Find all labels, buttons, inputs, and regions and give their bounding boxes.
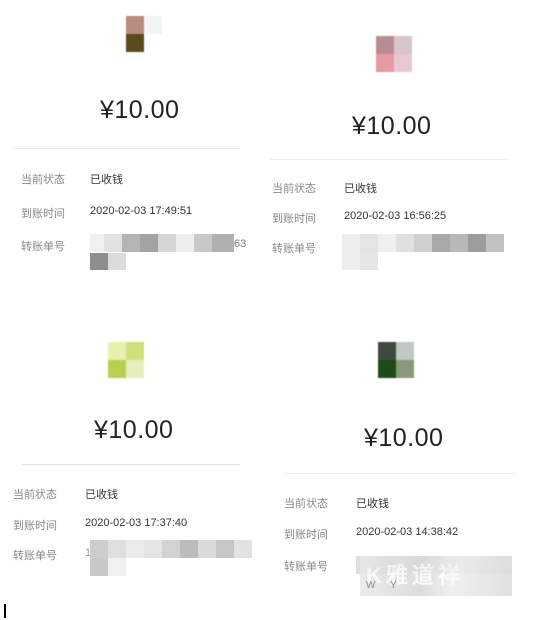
time-label: 到账时间 bbox=[284, 529, 328, 541]
status-label: 当前状态 bbox=[21, 174, 65, 186]
txn-number-fragment: 63 bbox=[234, 238, 247, 250]
status-label: 当前状态 bbox=[272, 183, 316, 195]
watermark-sub: W Y bbox=[366, 580, 403, 591]
watermark-logo: K雅道祥 W Y bbox=[360, 556, 512, 596]
amount: ¥10.00 bbox=[352, 112, 432, 140]
txn-number-redacted bbox=[90, 234, 234, 252]
time-value: 2020-02-03 16:56:25 bbox=[344, 210, 447, 222]
avatar bbox=[376, 36, 412, 72]
status-value: 已收钱 bbox=[90, 174, 123, 186]
time-value: 2020-02-03 14:38:42 bbox=[356, 526, 459, 538]
status-label: 当前状态 bbox=[13, 489, 57, 501]
txn-label: 转账单号 bbox=[13, 550, 57, 562]
txn-label: 转账单号 bbox=[284, 561, 328, 573]
avatar bbox=[108, 342, 144, 378]
divider bbox=[270, 159, 508, 160]
amount: ¥10.00 bbox=[364, 424, 444, 452]
divider bbox=[284, 473, 516, 474]
divider bbox=[22, 464, 240, 465]
transfer-card-3: ¥10.00 当前状态 已收钱 到账时间 2020-02-03 17:37:40… bbox=[8, 330, 266, 600]
transfer-card-2: ¥10.00 当前状态 已收钱 到账时间 2020-02-03 16:56:25… bbox=[262, 18, 528, 290]
avatar bbox=[378, 342, 414, 378]
txn-number-redacted bbox=[342, 234, 504, 252]
avatar bbox=[126, 16, 162, 52]
time-value: 2020-02-03 17:49:51 bbox=[90, 205, 193, 217]
transfer-card-1: ¥10.00 当前状态 已收钱 到账时间 2020-02-03 17:49:51… bbox=[4, 4, 258, 290]
txn-number-redacted bbox=[90, 540, 252, 558]
status-value: 已收钱 bbox=[356, 498, 389, 510]
txn-number-redacted-line2 bbox=[90, 558, 126, 576]
time-label: 到账时间 bbox=[13, 520, 57, 532]
status-value: 已收钱 bbox=[344, 183, 377, 195]
amount: ¥10.00 bbox=[100, 96, 180, 124]
status-label: 当前状态 bbox=[284, 498, 328, 510]
time-value: 2020-02-03 17:37:40 bbox=[85, 517, 188, 529]
time-label: 到账时间 bbox=[272, 213, 316, 225]
divider bbox=[14, 148, 240, 149]
txn-label: 转账单号 bbox=[21, 241, 65, 253]
txn-number-redacted-line2 bbox=[342, 252, 378, 270]
time-label: 到账时间 bbox=[21, 208, 65, 220]
text-cursor bbox=[4, 604, 6, 618]
status-value: 已收钱 bbox=[85, 489, 118, 501]
amount: ¥10.00 bbox=[94, 416, 174, 444]
txn-label: 转账单号 bbox=[272, 243, 316, 255]
txn-number-redacted-line2 bbox=[90, 253, 126, 270]
